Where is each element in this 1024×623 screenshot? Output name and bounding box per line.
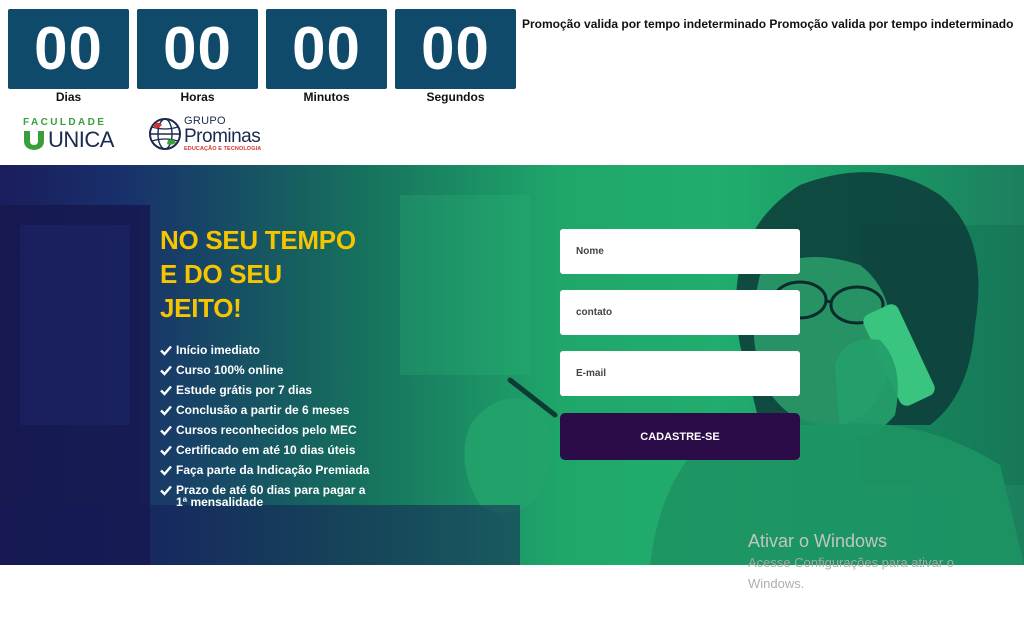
countdown-hours-value: 00 (137, 9, 258, 89)
check-icon (160, 405, 172, 416)
grupo-prominas-logo[interactable]: GRUPO Prominas EDUCAÇÃO E TECNOLOGIA (148, 115, 261, 153)
hero-headline: NO SEU TEMPO E DO SEU JEITO! (160, 223, 390, 325)
feature-text: Início imediato (176, 343, 261, 357)
countdown-days-label: Dias (55, 90, 82, 104)
unica-shield-icon (24, 131, 44, 150)
countdown-minutes-value: 00 (266, 9, 387, 89)
feature-text: Estude grátis por 7 dias (176, 383, 313, 397)
check-icon (160, 345, 172, 356)
feature-item: Curso 100% online (160, 364, 370, 376)
feature-item: Conclusão a partir de 6 meses (160, 404, 370, 416)
feature-item: Certificado em até 10 dias úteis (160, 444, 370, 456)
check-icon (160, 485, 172, 496)
feature-text: Prazo de até 60 dias para pagar a 1ª men… (176, 483, 366, 509)
countdown-seconds: 00 Segundos (395, 9, 516, 105)
feature-text: Conclusão a partir de 6 meses (176, 403, 350, 417)
feature-item: Prazo de até 60 dias para pagar a 1ª men… (160, 484, 370, 508)
hero-headline-line-2: E DO SEU (160, 259, 282, 289)
unica-logo-name: UNICA (48, 127, 114, 152)
name-input[interactable] (560, 229, 800, 274)
prominas-sub-text: EDUCAÇÃO E TECNOLOGIA (184, 145, 262, 152)
watermark-subtitle: Acesse Configurações para ativar o Windo… (748, 555, 954, 591)
feature-text: Certificado em até 10 dias úteis (176, 443, 356, 457)
countdown-timer: 00 Dias 00 Horas 00 Minutos 00 Segundos (8, 9, 516, 105)
signup-form: CADASTRE-SE (560, 229, 800, 460)
feature-item: Início imediato (160, 344, 370, 356)
check-icon (160, 365, 172, 376)
countdown-days: 00 Dias (8, 9, 129, 105)
check-icon (160, 425, 172, 436)
feature-text: Cursos reconhecidos pelo MEC (176, 423, 357, 437)
contact-input[interactable] (560, 290, 800, 335)
prominas-grupo-text: GRUPO (184, 114, 226, 127)
email-input[interactable] (560, 351, 800, 396)
windows-activation-watermark: Ativar o Windows Acesse Configurações pa… (748, 530, 998, 594)
faculdade-unica-logo[interactable]: FACULDADE UNICA (23, 117, 123, 155)
countdown-hours: 00 Horas (137, 9, 258, 105)
feature-text: Faça parte da Indicação Premiada (176, 463, 370, 477)
watermark-title: Ativar o Windows (748, 531, 888, 551)
hero-headline-line-1: NO SEU TEMPO (160, 225, 356, 255)
feature-item: Faça parte da Indicação Premiada (160, 464, 370, 476)
check-icon (160, 385, 172, 396)
countdown-hours-label: Horas (180, 90, 215, 104)
check-icon (160, 445, 172, 456)
countdown-minutes-label: Minutos (303, 90, 350, 104)
countdown-seconds-value: 00 (395, 9, 516, 89)
hero-headline-line-3: JEITO! (160, 293, 242, 323)
feature-item: Estude grátis por 7 dias (160, 384, 370, 396)
feature-item: Cursos reconhecidos pelo MEC (160, 424, 370, 436)
globe-icon (149, 118, 181, 150)
feature-list: Início imediato Curso 100% online Estude… (160, 344, 370, 516)
prominas-name-text: Prominas (184, 125, 261, 147)
feature-text: Curso 100% online (176, 363, 284, 377)
countdown-days-value: 00 (8, 9, 129, 89)
hero-background-photo (0, 172, 1024, 565)
promo-text: Promoção valida por tempo indeterminado … (522, 17, 1014, 31)
check-icon (160, 465, 172, 476)
countdown-seconds-label: Segundos (426, 90, 485, 104)
cadastre-se-button[interactable]: CADASTRE-SE (560, 413, 800, 460)
countdown-minutes: 00 Minutos (266, 9, 387, 105)
hero-section: NO SEU TEMPO E DO SEU JEITO! Início imed… (0, 165, 1024, 565)
